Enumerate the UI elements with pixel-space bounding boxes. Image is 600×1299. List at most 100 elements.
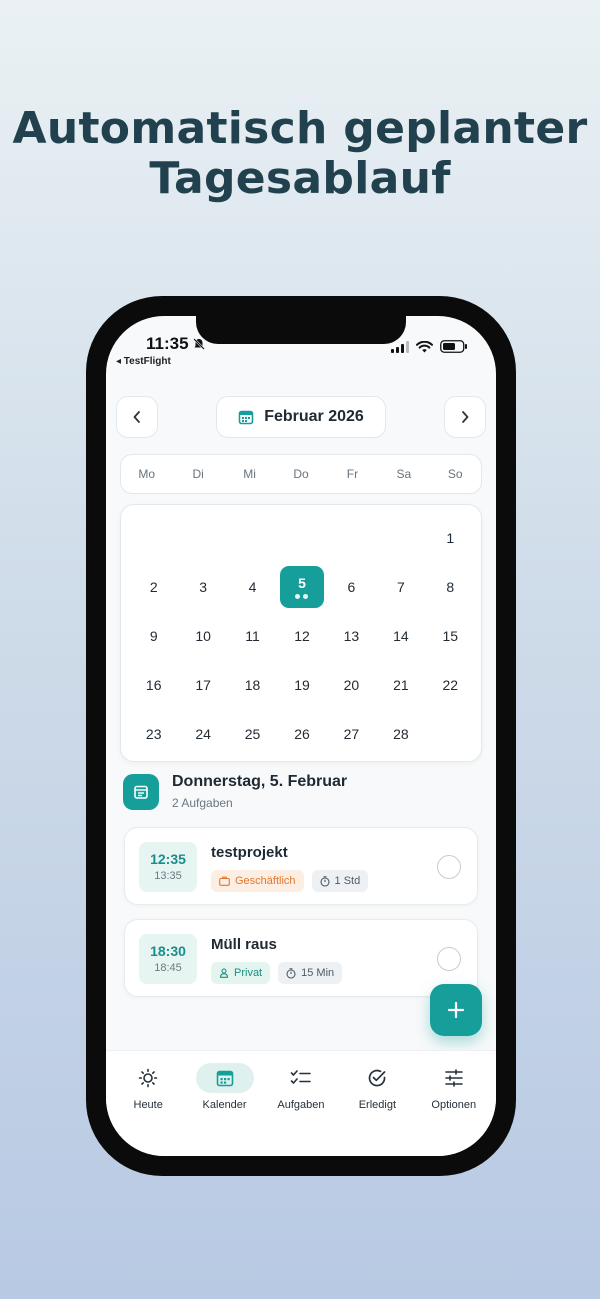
calendar-day[interactable]: 3 (178, 562, 227, 611)
tab-calendar[interactable]: Kalender (187, 1051, 263, 1156)
calendar-day[interactable]: 1 (426, 513, 475, 562)
headline: Automatisch geplanter Tagesablauf (0, 104, 600, 204)
calendar-empty-cell (426, 709, 475, 758)
calendar-day[interactable]: 15 (426, 611, 475, 660)
wifi-icon (416, 340, 433, 352)
calendar-day[interactable]: 6 (327, 562, 376, 611)
weekday-label: Mi (243, 467, 256, 481)
calendar-day[interactable]: 9 (129, 611, 178, 660)
calendar-icon (238, 410, 254, 425)
selected-day-title: Donnerstag, 5. Februar (172, 773, 348, 790)
tab-label: Erledigt (358, 1099, 396, 1111)
tab-label: Kalender (202, 1099, 247, 1111)
add-task-button[interactable] (430, 984, 482, 1036)
weekday-label: Di (192, 467, 204, 481)
task-end-time: 13:35 (154, 870, 182, 882)
complete-checkbox[interactable] (437, 855, 461, 879)
calendar-day[interactable]: 22 (426, 660, 475, 709)
calendar-day[interactable]: 27 (327, 709, 376, 758)
task-tags: Geschäftlich 1 Std (211, 870, 369, 892)
day-number: 2 (149, 578, 158, 595)
day-number: 28 (393, 725, 409, 742)
task-title: testprojekt (211, 844, 288, 861)
day-number: 20 (343, 676, 360, 693)
calendar-empty-cell (178, 513, 227, 562)
sun-icon-wrap (119, 1063, 177, 1093)
day-number: 13 (343, 627, 360, 644)
timer-icon (319, 875, 330, 887)
day-number: 11 (245, 627, 260, 644)
day-number: 4 (248, 578, 257, 595)
weekday-label: So (447, 467, 463, 481)
calendar-day[interactable]: 2 (129, 562, 178, 611)
day-number: 8 (446, 578, 455, 595)
calendar-day[interactable]: 23 (129, 709, 178, 758)
calendar-empty-cell (129, 513, 178, 562)
headline-line-1: Automatisch geplanter (12, 103, 588, 154)
calendar-day[interactable]: 17 (178, 660, 227, 709)
calendar-day[interactable]: 8 (426, 562, 475, 611)
calendar-empty-cell (277, 513, 326, 562)
calendar-day[interactable]: 21 (376, 660, 425, 709)
calendar-day[interactable]: 10 (178, 611, 227, 660)
tab-today[interactable]: Heute (110, 1051, 186, 1156)
calendar-day[interactable]: 18 (228, 660, 277, 709)
calendar-day[interactable]: 25 (228, 709, 277, 758)
task-count: 2 Aufgaben (172, 796, 233, 810)
tab-bar: Heute Kalender Aufgaben Erledigt Optione… (106, 1050, 496, 1156)
calendar-day[interactable]: 7 (376, 562, 425, 611)
complete-checkbox[interactable] (437, 947, 461, 971)
timer-icon (286, 967, 296, 979)
category-badge: Geschäftlich (211, 870, 304, 892)
task-card[interactable]: 18:30 18:45 Müll raus Privat 15 Min (124, 919, 478, 997)
calendar-day[interactable]: 24 (178, 709, 227, 758)
sliders-icon (444, 1069, 463, 1087)
previous-month-button[interactable] (116, 396, 158, 438)
task-card[interactable]: 12:35 13:35 testprojekt Geschäftlich 1 S… (124, 827, 478, 905)
calendar-day[interactable]: 16 (129, 660, 178, 709)
day-number: 10 (195, 627, 211, 644)
tab-tasks[interactable]: Aufgaben (263, 1051, 339, 1156)
calendar-day[interactable]: 14 (376, 611, 425, 660)
tab-label: Aufgaben (277, 1099, 325, 1111)
month-label: Februar 2026 (264, 408, 364, 425)
calendar-day[interactable]: 19 (277, 660, 326, 709)
calendar-day[interactable]: 26 (277, 709, 326, 758)
category-label: Privat (234, 967, 263, 979)
weekday-header: Mo Di Mi Do Fr Sa So (120, 454, 482, 494)
status-icons (391, 340, 468, 353)
person-icon (219, 968, 229, 978)
day-number: 23 (145, 725, 162, 742)
duration-badge: 15 Min (278, 962, 343, 984)
calendar-day[interactable]: 28 (376, 709, 425, 758)
task-end-time: 18:45 (154, 962, 182, 974)
tab-options[interactable]: Optionen (416, 1051, 492, 1156)
briefcase-icon (219, 876, 230, 886)
testflight-back-link[interactable]: ◂ TestFlight (116, 356, 171, 367)
calendar-day[interactable]: 20 (327, 660, 376, 709)
next-month-button[interactable] (444, 396, 486, 438)
day-number: 25 (244, 725, 261, 742)
calendar-day[interactable]: 12 (277, 611, 326, 660)
day-number: 12 (294, 627, 310, 644)
tab-done[interactable]: Erledigt (339, 1051, 415, 1156)
day-number: 7 (396, 578, 405, 595)
calendar-day[interactable]: 11 (228, 611, 277, 660)
day-number: 14 (393, 627, 409, 644)
plus-icon (447, 1001, 465, 1019)
calendar-day[interactable]: 13 (327, 611, 376, 660)
check-circle-icon (369, 1069, 386, 1087)
category-badge: Privat (211, 962, 271, 984)
calendar-icon (216, 1070, 233, 1087)
month-selector[interactable]: Februar 2026 (216, 396, 386, 438)
calendar-day-selected[interactable]: 5 (277, 562, 326, 611)
task-dots (295, 593, 309, 599)
calendar-day[interactable]: 4 (228, 562, 277, 611)
battery-icon (440, 340, 467, 353)
task-start-time: 12:35 (150, 851, 186, 867)
calendar-empty-cell (376, 513, 425, 562)
phone-frame: 11:35 ◂ TestFlight Februar 2026 Mo Di Mi… (86, 296, 516, 1176)
task-time: 12:35 13:35 (139, 842, 197, 892)
calendar-grid: 1 2 3 4 5 6 7 8 9 10 11 12 13 14 15 16 17 18 19 20 21 22 23 24 2… (129, 513, 475, 758)
headline-line-2: Tagesablauf (149, 153, 451, 204)
